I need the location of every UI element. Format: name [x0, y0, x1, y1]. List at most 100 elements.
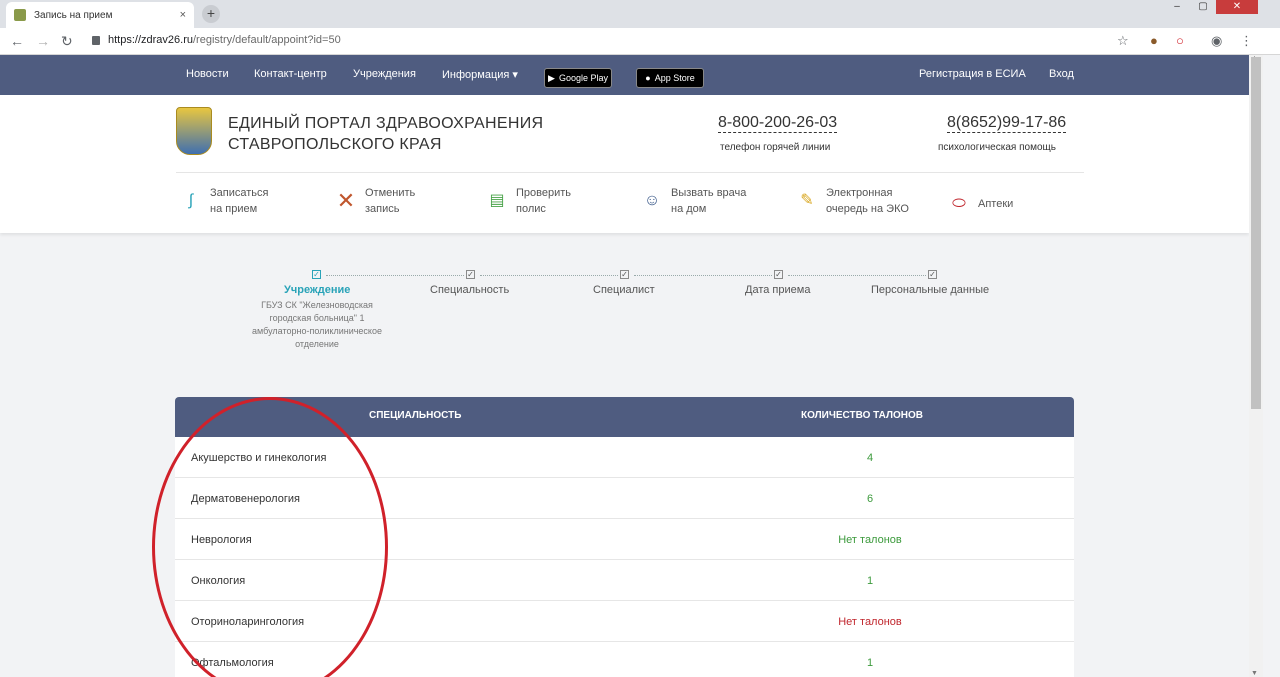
stethoscope-icon: ∫ [188, 192, 194, 209]
app-store-label: App Store [654, 73, 695, 83]
tab-close-icon[interactable]: × [180, 9, 186, 21]
specialty-name: Офтальмология [191, 657, 274, 669]
google-play-button[interactable]: ▶ Google Play [544, 68, 612, 88]
nav-information[interactable]: Информация ▾ [442, 68, 518, 81]
portal-title-line1: ЕДИНЫЙ ПОРТАЛ ЗДРАВООХРАНЕНИЯ [228, 115, 544, 132]
header-divider [176, 172, 1084, 173]
tab-title: Запись на прием [34, 9, 113, 21]
menu-icon[interactable]: ⋮ [1240, 33, 1253, 49]
service-label: запись [365, 203, 400, 215]
specialty-name: Оториноларингология [191, 616, 305, 628]
step-connector [480, 275, 618, 276]
step-check-icon: ✓ [466, 270, 475, 279]
cross-icon: ✕ [336, 188, 356, 213]
back-icon[interactable]: ← [10, 33, 24, 49]
service-label: Отменить [365, 187, 416, 199]
service-pharmacies[interactable]: ⬭ Аптеки [948, 193, 1013, 215]
bookmark-star-icon[interactable]: ☆ [1117, 33, 1129, 49]
close-window-icon[interactable]: ✕ [1216, 0, 1258, 14]
table-row[interactable]: Акушерство и гинекология 4 [175, 437, 1074, 478]
service-check-policy[interactable]: ▤ Проверить полис [486, 185, 571, 217]
column-header-specialty: СПЕЦИАЛЬНОСТЬ [369, 410, 462, 421]
table-row[interactable]: Неврология Нет талонов [175, 519, 1074, 560]
step-personal-data[interactable]: Персональные данные [871, 284, 989, 296]
browser-tab-bar: Запись на прием × + – ▢ ✕ [0, 0, 1280, 28]
maximize-icon[interactable]: ▢ [1190, 0, 1216, 14]
forward-icon[interactable]: → [36, 33, 50, 49]
portal-title-line2: СТАВРОПОЛЬСКОГО КРАЯ [228, 136, 442, 153]
new-tab-button[interactable]: + [202, 5, 220, 23]
pill-icon: ⬭ [952, 195, 966, 212]
step-specialty[interactable]: Специальность [430, 284, 509, 296]
service-label: полис [516, 203, 546, 215]
step-check-icon: ✓ [774, 270, 783, 279]
site-header: ЕДИНЫЙ ПОРТАЛ ЗДРАВООХРАНЕНИЯ СТАВРОПОЛЬ… [0, 95, 1249, 233]
coat-of-arms-icon [176, 107, 212, 155]
step-specialist[interactable]: Специалист [593, 284, 655, 296]
nav-institutions[interactable]: Учреждения [353, 68, 416, 80]
lock-icon [92, 35, 100, 45]
doctor-icon: ☺ [643, 192, 661, 209]
step-institution[interactable]: Учреждение [284, 284, 350, 296]
column-header-count: КОЛИЧЕСТВО ТАЛОНОВ [801, 410, 923, 421]
reload-icon[interactable]: ↻ [61, 33, 73, 50]
specialty-name: Онкология [191, 575, 246, 587]
psych-phone[interactable]: 8(8652)99-17-86 [947, 114, 1067, 133]
nav-news[interactable]: Новости [186, 68, 229, 80]
table-row[interactable]: Оториноларингология Нет талонов [175, 601, 1074, 642]
url-path: /registry/default/appoint?id=50 [193, 34, 341, 46]
service-label: Аптеки [978, 198, 1014, 210]
step-check-icon: ✓ [312, 270, 321, 279]
ticket-count: Нет талонов [838, 616, 902, 628]
nav-contact-center[interactable]: Контакт-центр [254, 68, 327, 80]
specialty-name: Неврология [191, 534, 252, 546]
url-host: https://zdrav26.ru [108, 34, 193, 46]
service-label: на прием [210, 203, 258, 215]
selected-institution: ГБУЗ СК "Железноводская городская больни… [252, 300, 382, 349]
queue-icon: ✎ [800, 192, 814, 209]
service-book-appointment[interactable]: ∫ Записаться на прием [180, 185, 269, 217]
minimize-icon[interactable]: – [1164, 0, 1190, 14]
google-play-icon: ▶ [548, 72, 555, 83]
service-label: Вызвать врача [671, 187, 747, 199]
ticket-count: 1 [866, 575, 874, 587]
scroll-down-icon[interactable]: ▼ [1251, 670, 1258, 677]
service-label: Записаться [210, 187, 269, 199]
hotline-phone[interactable]: 8-800-200-26-03 [718, 114, 838, 133]
service-eco-queue[interactable]: ✎ Электронная очередь на ЭКО [796, 185, 909, 217]
extension-icon[interactable]: ● [1150, 33, 1158, 48]
ticket-count: Нет талонов [838, 534, 902, 546]
service-call-doctor[interactable]: ☺ Вызвать врача на дом [641, 185, 747, 217]
step-check-icon: ✓ [928, 270, 937, 279]
ticket-count: 6 [866, 493, 874, 505]
table-row[interactable]: Офтальмология 1 [175, 642, 1074, 677]
service-label: Электронная [826, 187, 893, 199]
scrollbar-thumb[interactable] [1251, 57, 1261, 409]
apple-icon: ● [645, 73, 651, 83]
step-check-icon: ✓ [620, 270, 629, 279]
specialty-table: СПЕЦИАЛЬНОСТЬ КОЛИЧЕСТВО ТАЛОНОВ Акушерс… [175, 397, 1074, 677]
service-cancel-appointment[interactable]: ✕ Отменить запись [335, 185, 415, 217]
hotline-caption: телефон горячей линии [720, 142, 831, 153]
address-bar: ← → ↻ https://zdrav26.ru/registry/defaul… [0, 28, 1280, 55]
url-field[interactable]: https://zdrav26.ru/registry/default/appo… [92, 34, 341, 46]
ticket-count: 4 [866, 452, 874, 464]
step-connector [326, 275, 464, 276]
app-store-button[interactable]: ● App Store [636, 68, 704, 88]
portal-title[interactable]: ЕДИНЫЙ ПОРТАЛ ЗДРАВООХРАНЕНИЯ СТАВРОПОЛЬ… [228, 113, 543, 155]
step-date[interactable]: Дата приема [745, 284, 810, 296]
table-row[interactable]: Онкология 1 [175, 560, 1074, 601]
page-scrollbar[interactable]: ▲ ▼ [1249, 55, 1263, 677]
service-label: на дом [671, 203, 707, 215]
table-header: СПЕЦИАЛЬНОСТЬ КОЛИЧЕСТВО ТАЛОНОВ [175, 397, 1074, 437]
psych-caption: психологическая помощь [938, 142, 1056, 153]
nav-login[interactable]: Вход [1049, 68, 1074, 80]
extension-2-icon[interactable]: ○ [1176, 33, 1184, 48]
window-controls: – ▢ ✕ [1164, 0, 1258, 14]
profile-icon[interactable]: ◉ [1211, 33, 1222, 49]
nav-register-esia[interactable]: Регистрация в ЕСИА [919, 68, 1026, 80]
service-label: Проверить [516, 187, 572, 199]
table-row[interactable]: Дерматовенерология 6 [175, 478, 1074, 519]
browser-tab[interactable]: Запись на прием × [6, 2, 194, 28]
google-play-label: Google Play [558, 73, 608, 83]
